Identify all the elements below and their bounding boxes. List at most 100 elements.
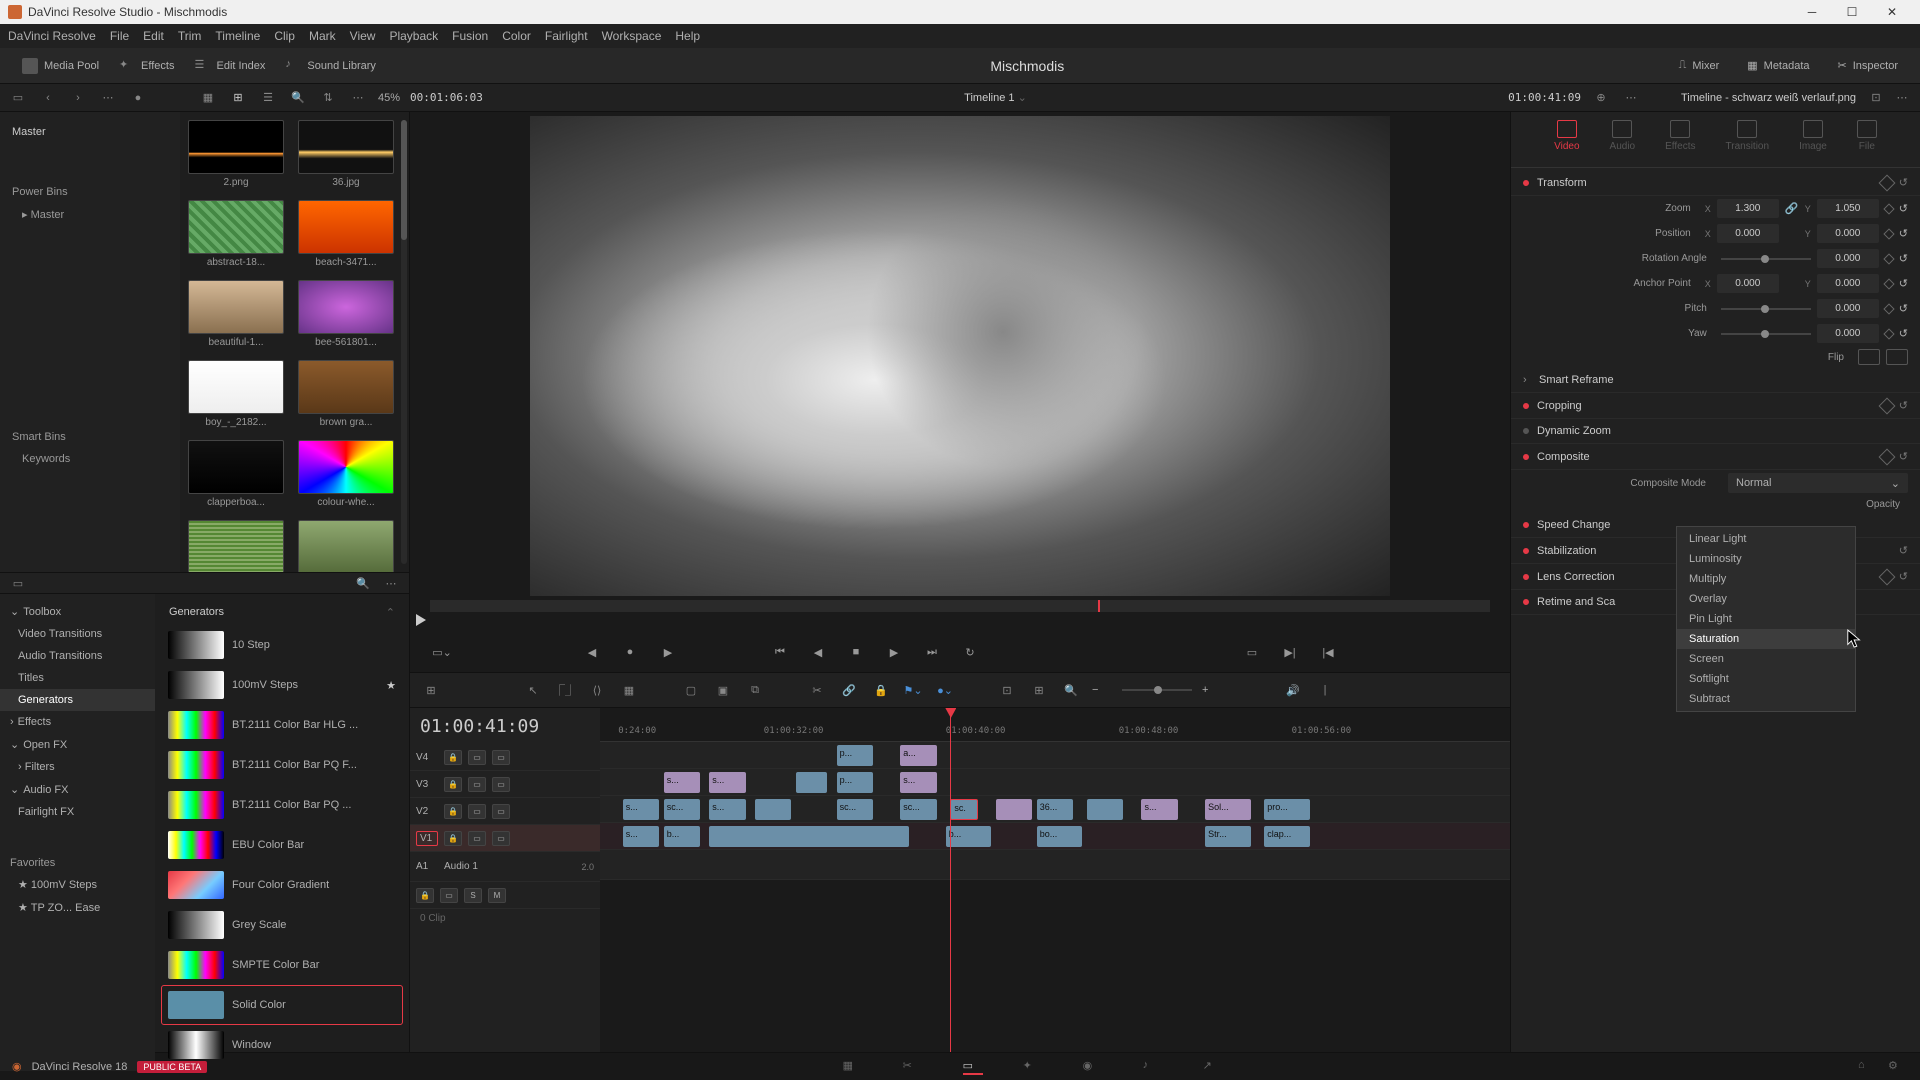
page-cut[interactable]: ✂ xyxy=(903,1059,923,1075)
panel-view-toggle[interactable]: ▭ xyxy=(8,573,28,593)
dot-nav[interactable]: ● xyxy=(618,640,642,664)
timeline-clip[interactable]: 36... xyxy=(1037,799,1073,820)
dropdown-option[interactable]: Luminosity xyxy=(1677,549,1855,569)
edit-index-toggle[interactable]: ☰Edit Index xyxy=(184,54,275,78)
track-header-a1[interactable]: A1Audio 12.0 xyxy=(410,852,600,882)
keyframe-icon[interactable] xyxy=(1883,228,1894,239)
pitch-field[interactable]: 0.000 xyxy=(1817,299,1879,318)
sort-icon[interactable]: ⇅ xyxy=(318,88,338,108)
match-frame[interactable]: ▭ xyxy=(1240,640,1264,664)
timeline-clip[interactable]: b... xyxy=(946,826,992,847)
cat-fairlightfx[interactable]: Fairlight FX xyxy=(0,801,155,823)
blade-edit[interactable]: ✂ xyxy=(806,679,828,701)
more-icon[interactable]: ⋯ xyxy=(1892,88,1912,108)
viewer-image[interactable] xyxy=(530,116,1390,596)
tab-audio[interactable]: Audio xyxy=(1610,120,1636,167)
link-icon[interactable]: 🔗 xyxy=(1785,202,1799,215)
track-row-v1[interactable]: s...b...b...bo...Str...clap... xyxy=(600,823,1510,850)
reset-icon[interactable]: ↺ xyxy=(1899,277,1908,290)
generator-item[interactable]: EBU Color Bar xyxy=(161,825,403,865)
smart-bin-keywords[interactable]: Keywords xyxy=(8,449,172,469)
dropdown-option[interactable]: Overlay xyxy=(1677,589,1855,609)
track-enable[interactable]: ▭ xyxy=(468,831,486,846)
more-icon[interactable]: ⋯ xyxy=(1621,88,1641,108)
menu-item[interactable]: Fusion xyxy=(452,29,488,43)
media-thumbnail[interactable]: bee-561801... xyxy=(298,280,394,348)
dropdown-option[interactable]: Multiply xyxy=(1677,569,1855,589)
search-icon[interactable]: 🔍 xyxy=(353,573,373,593)
zoom-x-field[interactable]: 1.300 xyxy=(1717,199,1779,218)
dynamic-trim[interactable]: ⟨⟩ xyxy=(586,679,608,701)
timeline-clip[interactable]: s... xyxy=(900,772,936,793)
timeline-clip[interactable]: sc... xyxy=(900,799,936,820)
media-pool-toggle[interactable]: Media Pool xyxy=(12,54,109,78)
reset-icon[interactable]: ↺ xyxy=(1899,570,1908,583)
timeline-name[interactable]: Timeline 1 ⌄ xyxy=(493,91,1498,104)
keyframe-icon[interactable] xyxy=(1878,448,1895,465)
menu-item[interactable]: Color xyxy=(502,29,531,43)
track-row-v4[interactable]: p...a... xyxy=(600,742,1510,769)
lock-icon[interactable]: 🔒 xyxy=(416,888,434,903)
generator-item[interactable]: BT.2111 Color Bar HLG ... xyxy=(161,705,403,745)
media-thumbnail[interactable]: abstract-18... xyxy=(188,200,284,268)
dropdown-option[interactable]: Softlight xyxy=(1677,669,1855,689)
page-media[interactable]: ▦ xyxy=(843,1059,863,1075)
timeline-clip[interactable]: b... xyxy=(664,826,700,847)
prev-clip[interactable]: |◀ xyxy=(1316,640,1340,664)
openfx-header[interactable]: ⌄Open FX xyxy=(0,733,155,756)
cat-filters[interactable]: › Filters xyxy=(0,756,155,778)
zoom-full[interactable]: ⊡ xyxy=(996,679,1018,701)
menu-item[interactable]: Timeline xyxy=(215,29,260,43)
insert-clip[interactable]: ▢ xyxy=(680,679,702,701)
anchor-y-field[interactable]: 0.000 xyxy=(1817,274,1879,293)
zoom-slider[interactable] xyxy=(1122,689,1192,691)
timeline-clip[interactable]: sc... xyxy=(837,799,873,820)
dropdown-option[interactable]: Linear Light xyxy=(1677,529,1855,549)
reset-icon[interactable]: ↺ xyxy=(1899,252,1908,265)
zoom-value[interactable]: 45% xyxy=(378,92,400,104)
track-header-v4[interactable]: V4🔒▭▭ xyxy=(410,744,600,771)
dropdown-option[interactable]: Saturation xyxy=(1677,629,1855,649)
track-row-v3[interactable]: s...s...p...s... xyxy=(600,769,1510,796)
timeline-clip[interactable]: a... xyxy=(900,745,936,766)
reset-icon[interactable]: ↺ xyxy=(1899,202,1908,215)
mixer-toggle[interactable]: ⎍Mixer xyxy=(1669,55,1730,76)
grid-view[interactable]: ⊞ xyxy=(228,88,248,108)
timeline-clip[interactable]: sc. xyxy=(950,799,977,820)
media-thumbnail[interactable]: 36.jpg xyxy=(298,120,394,188)
lock-icon[interactable]: 🔒 xyxy=(444,750,462,765)
track-header-v3[interactable]: V3🔒▭▭ xyxy=(410,771,600,798)
replace-clip[interactable]: ⧉ xyxy=(744,679,766,701)
menu-item[interactable]: Workspace xyxy=(602,29,662,43)
media-thumbnail[interactable]: desert-471... xyxy=(188,520,284,572)
reset-icon[interactable]: ↺ xyxy=(1899,399,1908,412)
solo-button[interactable]: S xyxy=(464,888,482,903)
more-icon[interactable]: ⋯ xyxy=(381,573,401,593)
media-thumbnail[interactable]: dog-18014... xyxy=(298,520,394,572)
media-thumbnail[interactable]: 2.png xyxy=(188,120,284,188)
maximize-button[interactable]: ☐ xyxy=(1832,0,1872,24)
flag-icon[interactable]: ⚑⌄ xyxy=(902,679,924,701)
fav-item[interactable]: ★ TP ZO... Ease xyxy=(0,896,155,919)
timeline-clip[interactable]: s... xyxy=(709,799,745,820)
generator-item[interactable]: SMPTE Color Bar xyxy=(161,945,403,985)
menu-item[interactable]: Clip xyxy=(274,29,295,43)
go-end[interactable]: ⏭ xyxy=(920,640,944,664)
media-thumbnail[interactable]: clapperboa... xyxy=(188,440,284,508)
settings-icon[interactable]: ⚙ xyxy=(1888,1059,1908,1075)
lock-icon[interactable]: 🔒 xyxy=(870,679,892,701)
media-thumbnail[interactable]: brown gra... xyxy=(298,360,394,428)
tab-video[interactable]: Video xyxy=(1554,120,1579,167)
cat-audio-transitions[interactable]: Audio Transitions xyxy=(0,645,155,667)
timeline-clip[interactable]: s... xyxy=(623,799,659,820)
track-visible[interactable]: ▭ xyxy=(492,804,510,819)
next-edit[interactable]: ▶ xyxy=(656,640,680,664)
track-visible[interactable]: ▭ xyxy=(492,777,510,792)
nav-fwd[interactable]: › xyxy=(68,88,88,108)
menu-item[interactable]: File xyxy=(110,29,129,43)
cat-titles[interactable]: Titles xyxy=(0,667,155,689)
track-enable[interactable]: ▭ xyxy=(468,777,486,792)
generator-item[interactable]: BT.2111 Color Bar PQ ... xyxy=(161,785,403,825)
reset-icon[interactable]: ↺ xyxy=(1899,302,1908,315)
menu-item[interactable]: Mark xyxy=(309,29,336,43)
